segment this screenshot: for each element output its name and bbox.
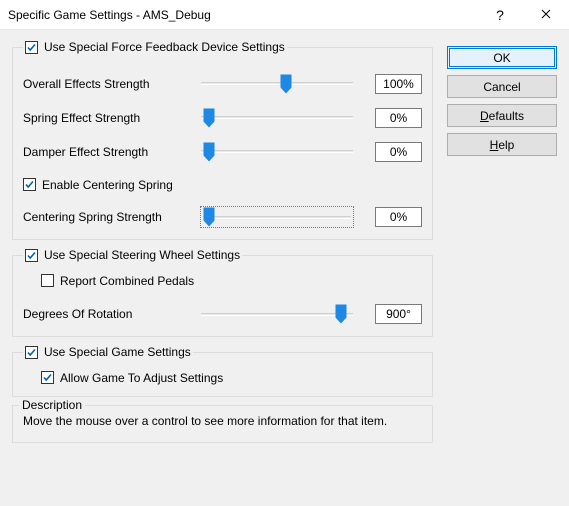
description-group: Description Move the mouse over a contro… xyxy=(12,405,433,443)
centering-value: 0% xyxy=(375,207,422,227)
help-button[interactable]: Help xyxy=(447,133,557,156)
close-icon xyxy=(541,8,551,22)
game-group: Use Special Game Settings Allow Game To … xyxy=(12,345,433,397)
close-button[interactable] xyxy=(523,0,569,30)
ok-label: OK xyxy=(493,51,510,65)
combined-pedals-check[interactable]: Report Combined Pedals xyxy=(41,274,194,288)
defaults-accel: D xyxy=(480,109,489,123)
spring-label: Spring Effect Strength xyxy=(23,111,193,125)
game-use-special-label: Use Special Game Settings xyxy=(44,345,191,359)
overall-value: 100% xyxy=(375,74,422,94)
allow-adjust-check[interactable]: Allow Game To Adjust Settings xyxy=(41,371,223,385)
centering-enable-check[interactable]: Enable Centering Spring xyxy=(23,178,173,192)
centering-slider[interactable] xyxy=(201,207,353,227)
wheel-use-special-label: Use Special Steering Wheel Settings xyxy=(44,248,240,262)
rotation-label: Degrees Of Rotation xyxy=(23,307,193,321)
combined-pedals-label: Report Combined Pedals xyxy=(60,274,194,288)
rotation-slider[interactable] xyxy=(201,304,353,324)
centering-label: Centering Spring Strength xyxy=(23,210,193,224)
wheel-use-special-check[interactable]: Use Special Steering Wheel Settings xyxy=(25,248,240,262)
slider-thumb-icon xyxy=(335,305,346,324)
description-legend: Description xyxy=(19,398,85,412)
damper-value: 0% xyxy=(375,142,422,162)
overall-label: Overall Effects Strength xyxy=(23,77,193,91)
checkbox-icon xyxy=(25,346,38,359)
rotation-value: 900° xyxy=(375,304,422,324)
help-rest: elp xyxy=(498,138,514,152)
cancel-button[interactable]: Cancel xyxy=(447,75,557,98)
spring-value: 0% xyxy=(375,108,422,128)
overall-slider[interactable] xyxy=(201,74,353,94)
damper-label: Damper Effect Strength xyxy=(23,145,193,159)
help-icon: ? xyxy=(496,7,504,23)
defaults-rest: efaults xyxy=(489,109,524,123)
help-titlebar-button[interactable]: ? xyxy=(477,0,523,30)
damper-slider[interactable] xyxy=(201,142,353,162)
ffb-use-special-check[interactable]: Use Special Force Feedback Device Settin… xyxy=(25,40,285,54)
spring-slider[interactable] xyxy=(201,108,353,128)
game-use-special-check[interactable]: Use Special Game Settings xyxy=(25,345,191,359)
ok-button[interactable]: OK xyxy=(447,46,557,69)
checkbox-icon xyxy=(23,178,36,191)
ffb-group: Use Special Force Feedback Device Settin… xyxy=(12,40,433,240)
checkbox-icon xyxy=(25,249,38,262)
checkbox-icon xyxy=(41,371,54,384)
defaults-button[interactable]: Defaults xyxy=(447,104,557,127)
slider-thumb-icon xyxy=(203,142,214,161)
slider-thumb-icon xyxy=(281,74,292,93)
title-bar: Specific Game Settings - AMS_Debug ? xyxy=(0,0,569,30)
checkbox-icon xyxy=(41,274,54,287)
window-title: Specific Game Settings - AMS_Debug xyxy=(8,8,477,22)
slider-thumb-icon xyxy=(203,108,214,127)
ffb-use-special-label: Use Special Force Feedback Device Settin… xyxy=(44,40,285,54)
checkbox-icon xyxy=(25,41,38,54)
wheel-group: Use Special Steering Wheel Settings Repo… xyxy=(12,248,433,337)
slider-thumb-icon xyxy=(203,208,214,227)
centering-enable-label: Enable Centering Spring xyxy=(42,178,173,192)
cancel-label: Cancel xyxy=(483,80,520,94)
description-text: Move the mouse over a control to see mor… xyxy=(23,414,422,428)
allow-adjust-label: Allow Game To Adjust Settings xyxy=(60,371,223,385)
